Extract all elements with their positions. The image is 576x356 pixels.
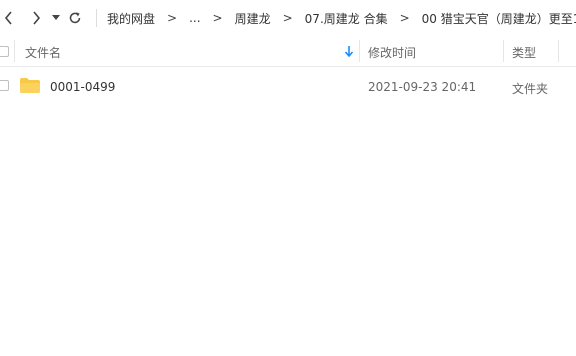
file-list-header: 文件名 修改时间 类型: [0, 36, 576, 67]
breadcrumb-item-collection[interactable]: 07.周建龙 合集: [305, 10, 388, 27]
column-header-type[interactable]: 类型: [512, 44, 536, 61]
toolbar: 我的网盘 > ... > 周建龙 > 07.周建龙 合集 > 00 猎宝天官（周…: [0, 0, 576, 36]
row-file-type: 文件夹: [512, 82, 549, 96]
back-button[interactable]: [0, 8, 18, 28]
refresh-icon: [68, 11, 82, 25]
refresh-button[interactable]: [66, 8, 84, 28]
chevron-right-icon: [31, 11, 41, 25]
column-divider: [359, 40, 360, 62]
breadcrumb-separator: >: [167, 11, 178, 25]
breadcrumb-separator: >: [282, 11, 293, 25]
breadcrumb: 我的网盘 > ... > 周建龙 > 07.周建龙 合集 > 00 猎宝天官（周…: [100, 0, 576, 36]
folder-icon: [20, 77, 40, 96]
row-modified-time: 2021-09-23 20:41: [368, 80, 477, 94]
breadcrumb-item-my-drive[interactable]: 我的网盘: [107, 10, 155, 27]
caret-down-icon: [52, 15, 60, 21]
breadcrumb-item-current-folder[interactable]: 00 猎宝天官（周建龙）更至171: [422, 10, 576, 27]
column-header-modified[interactable]: 修改时间: [368, 44, 416, 61]
column-divider: [558, 40, 559, 62]
chevron-left-icon: [4, 11, 14, 25]
breadcrumb-separator: >: [212, 11, 223, 25]
breadcrumb-item-ellipsis[interactable]: ...: [189, 11, 200, 25]
sort-down-arrow-icon[interactable]: [344, 45, 354, 60]
column-divider: [14, 40, 15, 62]
column-header-name[interactable]: 文件名: [25, 44, 61, 61]
row-file-name[interactable]: 0001-0499: [50, 80, 115, 94]
history-dropdown-button[interactable]: [49, 8, 63, 28]
toolbar-divider: [96, 9, 97, 27]
breadcrumb-item-author[interactable]: 周建龙: [235, 10, 271, 27]
forward-button[interactable]: [27, 8, 45, 28]
select-all-checkbox[interactable]: [0, 46, 9, 57]
row-checkbox[interactable]: [0, 80, 9, 91]
column-divider: [503, 40, 504, 62]
table-row[interactable]: 0001-0499 2021-09-23 20:41 文件夹: [0, 72, 576, 100]
breadcrumb-separator: >: [399, 11, 410, 25]
